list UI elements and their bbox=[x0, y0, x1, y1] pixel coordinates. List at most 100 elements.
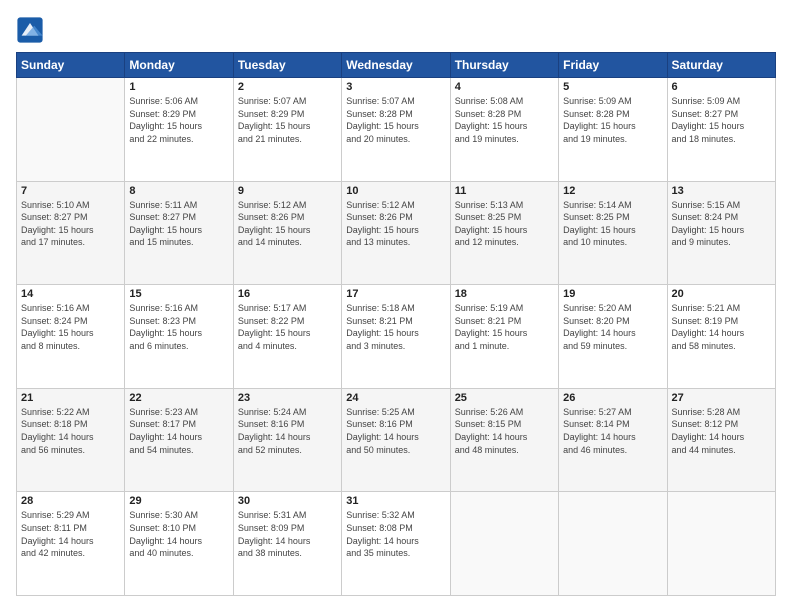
day-detail: Sunrise: 5:21 AM Sunset: 8:19 PM Dayligh… bbox=[672, 302, 771, 352]
day-number: 8 bbox=[129, 185, 228, 197]
day-detail: Sunrise: 5:26 AM Sunset: 8:15 PM Dayligh… bbox=[455, 406, 554, 456]
calendar-day-cell: 14Sunrise: 5:16 AM Sunset: 8:24 PM Dayli… bbox=[17, 285, 125, 389]
day-detail: Sunrise: 5:10 AM Sunset: 8:27 PM Dayligh… bbox=[21, 199, 120, 249]
calendar-day-cell: 5 Sunrise: 5:09 AM Sunset: 8:28 PM Daylig… bbox=[559, 78, 667, 182]
day-detail: Sunrise: 5:11 AM Sunset: 8:27 PM Dayligh… bbox=[129, 199, 228, 249]
day-number: 21 bbox=[21, 392, 120, 404]
day-number: 22 bbox=[129, 392, 228, 404]
calendar-day-cell: 24 Sunrise: 5:25 AM Sunset: 8:16 PM Dayli… bbox=[342, 388, 450, 492]
day-detail: Sunrise: 5:25 AM Sunset: 8:16 PM Dayligh… bbox=[346, 406, 445, 456]
calendar-day-cell bbox=[559, 492, 667, 596]
page: SundayMondayTuesdayWednesdayThursdayFrid… bbox=[0, 0, 792, 612]
day-number: 9 bbox=[238, 185, 337, 197]
day-number: 24 bbox=[346, 392, 445, 404]
calendar-day-cell: 16Sunrise: 5:17 AM Sunset: 8:22 PM Dayli… bbox=[233, 285, 341, 389]
day-number: 20 bbox=[672, 288, 771, 300]
day-number: 11 bbox=[455, 185, 554, 197]
calendar-day-cell: 9 Sunrise: 5:12 AM Sunset: 8:26 PM Daylig… bbox=[233, 181, 341, 285]
weekday-header: Saturday bbox=[667, 53, 775, 78]
calendar-day-cell: 20 Sunrise: 5:21 AM Sunset: 8:19 PM Dayli… bbox=[667, 285, 775, 389]
calendar-day-cell: 13Sunrise: 5:15 AM Sunset: 8:24 PM Dayli… bbox=[667, 181, 775, 285]
day-detail: Sunrise: 5:13 AM Sunset: 8:25 PM Dayligh… bbox=[455, 199, 554, 249]
weekday-header: Thursday bbox=[450, 53, 558, 78]
calendar-week-row: 1 Sunrise: 5:06 AM Sunset: 8:29 PM Daylig… bbox=[17, 78, 776, 182]
calendar-day-cell: 28Sunrise: 5:29 AM Sunset: 8:11 PM Dayli… bbox=[17, 492, 125, 596]
day-number: 10 bbox=[346, 185, 445, 197]
calendar-day-cell: 11 Sunrise: 5:13 AM Sunset: 8:25 PM Dayli… bbox=[450, 181, 558, 285]
calendar-day-cell: 7 Sunrise: 5:10 AM Sunset: 8:27 PM Daylig… bbox=[17, 181, 125, 285]
day-detail: Sunrise: 5:23 AM Sunset: 8:17 PM Dayligh… bbox=[129, 406, 228, 456]
calendar-day-cell: 30 Sunrise: 5:31 AM Sunset: 8:09 PM Dayli… bbox=[233, 492, 341, 596]
weekday-header: Monday bbox=[125, 53, 233, 78]
day-number: 19 bbox=[563, 288, 662, 300]
day-detail: Sunrise: 5:07 AM Sunset: 8:28 PM Dayligh… bbox=[346, 95, 445, 145]
day-detail: Sunrise: 5:14 AM Sunset: 8:25 PM Dayligh… bbox=[563, 199, 662, 249]
weekday-header: Wednesday bbox=[342, 53, 450, 78]
calendar-day-cell: 21 Sunrise: 5:22 AM Sunset: 8:18 PM Dayli… bbox=[17, 388, 125, 492]
day-number: 2 bbox=[238, 81, 337, 93]
weekday-header: Friday bbox=[559, 53, 667, 78]
calendar-day-cell: 27 Sunrise: 5:28 AM Sunset: 8:12 PM Dayli… bbox=[667, 388, 775, 492]
day-detail: Sunrise: 5:06 AM Sunset: 8:29 PM Dayligh… bbox=[129, 95, 228, 145]
day-number: 29 bbox=[129, 495, 228, 507]
day-detail: Sunrise: 5:12 AM Sunset: 8:26 PM Dayligh… bbox=[238, 199, 337, 249]
calendar-week-row: 14Sunrise: 5:16 AM Sunset: 8:24 PM Dayli… bbox=[17, 285, 776, 389]
day-detail: Sunrise: 5:07 AM Sunset: 8:29 PM Dayligh… bbox=[238, 95, 337, 145]
calendar-day-cell: 17 Sunrise: 5:18 AM Sunset: 8:21 PM Dayli… bbox=[342, 285, 450, 389]
day-number: 17 bbox=[346, 288, 445, 300]
calendar-week-row: 21 Sunrise: 5:22 AM Sunset: 8:18 PM Dayli… bbox=[17, 388, 776, 492]
calendar-week-row: 7 Sunrise: 5:10 AM Sunset: 8:27 PM Daylig… bbox=[17, 181, 776, 285]
calendar-day-cell: 23Sunrise: 5:24 AM Sunset: 8:16 PM Dayli… bbox=[233, 388, 341, 492]
calendar-day-cell: 8 Sunrise: 5:11 AM Sunset: 8:27 PM Daylig… bbox=[125, 181, 233, 285]
day-detail: Sunrise: 5:30 AM Sunset: 8:10 PM Dayligh… bbox=[129, 509, 228, 559]
day-number: 15 bbox=[129, 288, 228, 300]
day-detail: Sunrise: 5:08 AM Sunset: 8:28 PM Dayligh… bbox=[455, 95, 554, 145]
day-detail: Sunrise: 5:12 AM Sunset: 8:26 PM Dayligh… bbox=[346, 199, 445, 249]
day-number: 5 bbox=[563, 81, 662, 93]
calendar-day-cell: 12Sunrise: 5:14 AM Sunset: 8:25 PM Dayli… bbox=[559, 181, 667, 285]
calendar-day-cell: 31Sunrise: 5:32 AM Sunset: 8:08 PM Dayli… bbox=[342, 492, 450, 596]
calendar-day-cell: 26 Sunrise: 5:27 AM Sunset: 8:14 PM Dayli… bbox=[559, 388, 667, 492]
day-detail: Sunrise: 5:27 AM Sunset: 8:14 PM Dayligh… bbox=[563, 406, 662, 456]
day-number: 16 bbox=[238, 288, 337, 300]
day-number: 25 bbox=[455, 392, 554, 404]
logo bbox=[16, 16, 48, 44]
weekday-header: Tuesday bbox=[233, 53, 341, 78]
day-detail: Sunrise: 5:16 AM Sunset: 8:23 PM Dayligh… bbox=[129, 302, 228, 352]
logo-icon bbox=[16, 16, 44, 44]
calendar-day-cell: 10 Sunrise: 5:12 AM Sunset: 8:26 PM Dayli… bbox=[342, 181, 450, 285]
calendar-day-cell: 18 Sunrise: 5:19 AM Sunset: 8:21 PM Dayli… bbox=[450, 285, 558, 389]
day-detail: Sunrise: 5:22 AM Sunset: 8:18 PM Dayligh… bbox=[21, 406, 120, 456]
day-detail: Sunrise: 5:19 AM Sunset: 8:21 PM Dayligh… bbox=[455, 302, 554, 352]
day-number: 7 bbox=[21, 185, 120, 197]
calendar-week-row: 28Sunrise: 5:29 AM Sunset: 8:11 PM Dayli… bbox=[17, 492, 776, 596]
calendar-day-cell: 1 Sunrise: 5:06 AM Sunset: 8:29 PM Daylig… bbox=[125, 78, 233, 182]
day-number: 31 bbox=[346, 495, 445, 507]
day-number: 3 bbox=[346, 81, 445, 93]
day-number: 27 bbox=[672, 392, 771, 404]
day-number: 26 bbox=[563, 392, 662, 404]
header bbox=[16, 16, 776, 44]
day-detail: Sunrise: 5:31 AM Sunset: 8:09 PM Dayligh… bbox=[238, 509, 337, 559]
calendar-day-cell bbox=[667, 492, 775, 596]
day-number: 4 bbox=[455, 81, 554, 93]
calendar-day-cell: 22 Sunrise: 5:23 AM Sunset: 8:17 PM Dayli… bbox=[125, 388, 233, 492]
day-detail: Sunrise: 5:09 AM Sunset: 8:28 PM Dayligh… bbox=[563, 95, 662, 145]
day-number: 30 bbox=[238, 495, 337, 507]
day-detail: Sunrise: 5:09 AM Sunset: 8:27 PM Dayligh… bbox=[672, 95, 771, 145]
day-number: 1 bbox=[129, 81, 228, 93]
day-detail: Sunrise: 5:18 AM Sunset: 8:21 PM Dayligh… bbox=[346, 302, 445, 352]
day-number: 6 bbox=[672, 81, 771, 93]
day-number: 18 bbox=[455, 288, 554, 300]
calendar-day-cell bbox=[450, 492, 558, 596]
calendar-day-cell: 29 Sunrise: 5:30 AM Sunset: 8:10 PM Dayli… bbox=[125, 492, 233, 596]
day-number: 28 bbox=[21, 495, 120, 507]
day-number: 13 bbox=[672, 185, 771, 197]
day-detail: Sunrise: 5:28 AM Sunset: 8:12 PM Dayligh… bbox=[672, 406, 771, 456]
calendar-day-cell: 4 Sunrise: 5:08 AM Sunset: 8:28 PM Daylig… bbox=[450, 78, 558, 182]
day-number: 23 bbox=[238, 392, 337, 404]
calendar-day-cell: 25 Sunrise: 5:26 AM Sunset: 8:15 PM Dayli… bbox=[450, 388, 558, 492]
day-number: 14 bbox=[21, 288, 120, 300]
calendar-day-cell: 19 Sunrise: 5:20 AM Sunset: 8:20 PM Dayli… bbox=[559, 285, 667, 389]
day-detail: Sunrise: 5:20 AM Sunset: 8:20 PM Dayligh… bbox=[563, 302, 662, 352]
